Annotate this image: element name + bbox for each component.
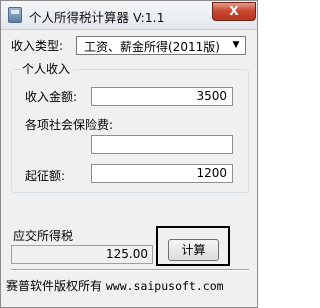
personal-income-group-label: 个人收入 [19,60,74,77]
close-button[interactable]: X [212,2,256,21]
social-insurance-label: 各项社会保险费: [25,118,114,132]
tax-label: 应交所得税 [13,229,74,243]
income-amount-field[interactable]: 3500 [91,87,233,106]
chevron-down-icon[interactable]: ▼ [229,38,243,53]
threshold-field[interactable]: 1200 [91,164,233,183]
social-insurance-field[interactable] [91,135,233,154]
footer: 赛普软件版权所有 www.saipusoft.com [6,277,224,294]
copyright-text: 赛普软件版权所有 [6,279,103,293]
window-title: 个人所得税计算器 V:1.1 [29,10,165,25]
title-bar[interactable]: 个人所得税计算器 V:1.1 X [1,1,257,30]
threshold-label: 起征额: [25,169,66,183]
website-link[interactable]: www.saipusoft.com [106,279,224,293]
calculate-button[interactable]: 计算 [168,239,219,261]
footer-divider [11,269,249,271]
app-icon [8,7,22,23]
tax-result-field: 125.00 [11,245,153,264]
income-type-label: 收入类型: [11,39,64,53]
close-icon: X [229,4,239,18]
income-type-value: 工资、薪金所得(2011版) [84,40,220,54]
income-type-select[interactable]: 工资、薪金所得(2011版) ▼ [76,36,246,55]
income-amount-label: 收入金额: [25,90,78,104]
calculator-window: 个人所得税计算器 V:1.1 X 收入类型: 工资、薪金所得(2011版) ▼ … [0,0,258,308]
